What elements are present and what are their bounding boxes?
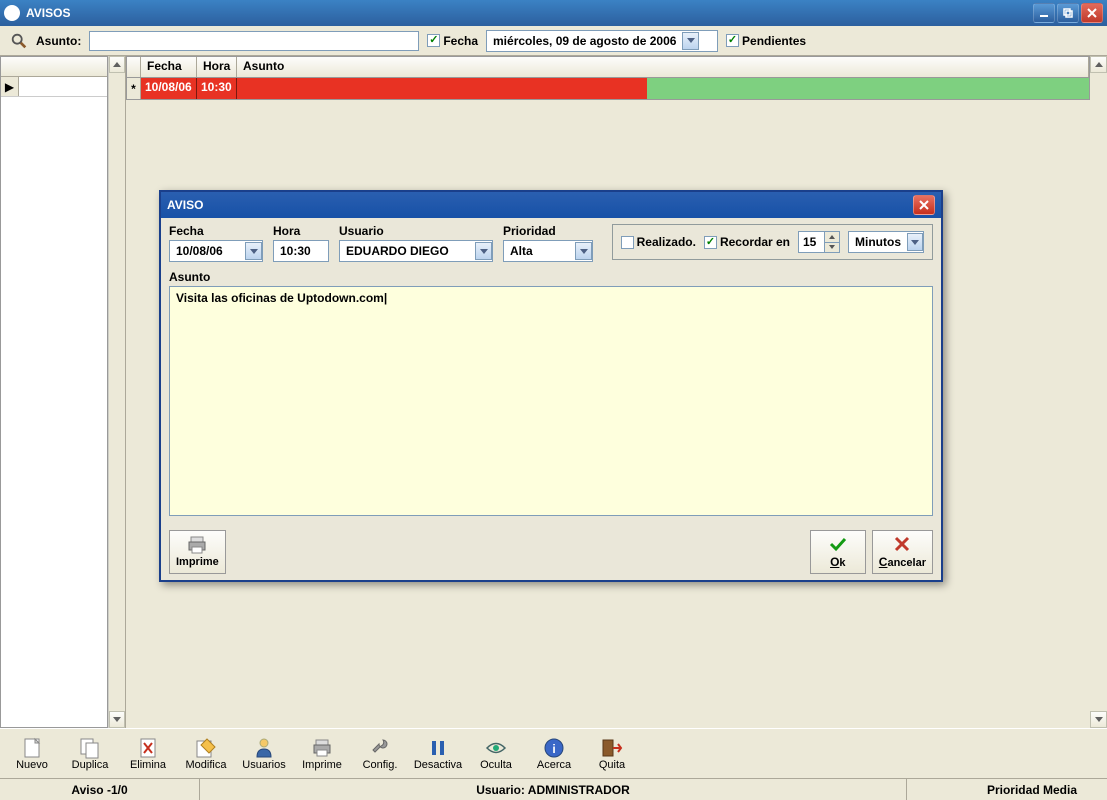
asunto-filter-input[interactable] bbox=[89, 31, 419, 51]
col-hora[interactable]: Hora bbox=[197, 57, 237, 77]
printer-icon bbox=[312, 737, 332, 759]
side-scrollbar[interactable] bbox=[108, 56, 125, 728]
pendientes-label: Pendientes bbox=[742, 34, 806, 48]
fecha-field[interactable]: 10/08/06 bbox=[169, 240, 263, 262]
window-titlebar: ◐ AVISOS bbox=[0, 0, 1107, 26]
quita-button[interactable]: Quita bbox=[584, 731, 640, 776]
printer-icon bbox=[187, 536, 207, 554]
pause-icon bbox=[429, 737, 447, 759]
hora-field[interactable]: 10:30 bbox=[273, 240, 329, 262]
chevron-down-icon[interactable] bbox=[575, 242, 592, 260]
scroll-up-button[interactable] bbox=[109, 56, 125, 73]
restore-button[interactable] bbox=[1057, 3, 1079, 23]
info-icon: i bbox=[544, 737, 564, 759]
grid-header: Fecha Hora Asunto bbox=[126, 56, 1090, 78]
fecha-chk-label: Fecha bbox=[443, 34, 478, 48]
spin-up-icon[interactable] bbox=[824, 232, 839, 243]
prioridad-field[interactable]: Alta bbox=[503, 240, 593, 262]
spin-down-icon[interactable] bbox=[824, 243, 839, 253]
fecha-dropdown[interactable]: miércoles, 09 de agosto de 2006 bbox=[486, 30, 718, 52]
cancelar-button[interactable]: Cancelar bbox=[872, 530, 933, 574]
dialog-close-button[interactable] bbox=[913, 195, 935, 215]
pendientes-checkbox-wrap[interactable]: Pendientes bbox=[726, 34, 806, 48]
prioridad-label: Prioridad bbox=[503, 224, 593, 238]
duplicate-icon bbox=[79, 737, 101, 759]
fecha-checkbox[interactable] bbox=[427, 34, 440, 47]
scroll-down-button[interactable] bbox=[1090, 711, 1107, 728]
elimina-button[interactable]: Elimina bbox=[120, 731, 176, 776]
cancel-icon bbox=[893, 535, 911, 553]
fecha-checkbox-wrap[interactable]: Fecha bbox=[427, 34, 478, 48]
filter-bar: Asunto: Fecha miércoles, 09 de agosto de… bbox=[0, 26, 1107, 56]
asunto-textarea[interactable]: Visita las oficinas de Uptodown.com| bbox=[169, 286, 933, 516]
pendientes-checkbox[interactable] bbox=[726, 34, 739, 47]
options-group: Realizado. Recordar en 15 Minutos bbox=[612, 224, 933, 260]
scroll-down-button[interactable] bbox=[109, 711, 125, 728]
check-icon bbox=[828, 535, 848, 553]
dialog-titlebar[interactable]: AVISO bbox=[161, 192, 941, 218]
fecha-value: miércoles, 09 de agosto de 2006 bbox=[493, 34, 676, 48]
realizado-checkbox-wrap[interactable]: Realizado. bbox=[621, 235, 696, 249]
chevron-down-icon[interactable] bbox=[475, 242, 492, 260]
modifica-button[interactable]: Modifica bbox=[178, 731, 234, 776]
row-marker: * bbox=[127, 78, 141, 99]
status-right: Prioridad Media bbox=[907, 779, 1107, 800]
current-row-indicator: ▶ bbox=[1, 77, 19, 96]
duplica-button[interactable]: Duplica bbox=[62, 731, 118, 776]
main-toolbar: Nuevo Duplica Elimina Modifica Usuarios … bbox=[0, 728, 1107, 778]
imprime-button[interactable]: Imprime bbox=[169, 530, 226, 574]
side-panel: ▶ bbox=[0, 56, 126, 728]
col-fecha[interactable]: Fecha bbox=[141, 57, 197, 77]
side-grid[interactable]: ▶ bbox=[0, 56, 108, 728]
asunto-label: Asunto bbox=[169, 270, 210, 284]
edit-icon bbox=[195, 737, 217, 759]
svg-text:i: i bbox=[552, 742, 555, 756]
cell-asunto-green bbox=[647, 78, 1089, 99]
acerca-button[interactable]: iAcerca bbox=[526, 731, 582, 776]
delete-icon bbox=[138, 737, 158, 759]
main-scrollbar[interactable] bbox=[1090, 56, 1107, 728]
hide-icon bbox=[485, 737, 507, 759]
oculta-button[interactable]: Oculta bbox=[468, 731, 524, 776]
asunto-filter-label: Asunto: bbox=[36, 34, 81, 48]
usuarios-button[interactable]: Usuarios bbox=[236, 731, 292, 776]
status-bar: Aviso -1/0 Usuario: ADMINISTRADOR Priori… bbox=[0, 778, 1107, 800]
usuario-label: Usuario bbox=[339, 224, 493, 238]
chevron-down-icon[interactable] bbox=[682, 32, 699, 50]
app-icon: ◐ bbox=[4, 5, 20, 21]
exit-icon bbox=[601, 737, 623, 759]
fecha-label: Fecha bbox=[169, 224, 263, 238]
recordar-spinner[interactable]: 15 bbox=[798, 231, 840, 253]
aviso-dialog: AVISO Fecha 10/08/06 Hora 10:30 Usuario … bbox=[159, 190, 943, 582]
recordar-checkbox-wrap[interactable]: Recordar en bbox=[704, 235, 790, 249]
cell-fecha: 10/08/06 bbox=[141, 78, 197, 99]
new-icon bbox=[22, 737, 42, 759]
chevron-down-icon[interactable] bbox=[907, 233, 923, 251]
nuevo-button[interactable]: Nuevo bbox=[4, 731, 60, 776]
imprime-tool-button[interactable]: Imprime bbox=[294, 731, 350, 776]
realizado-checkbox[interactable] bbox=[621, 236, 634, 249]
search-icon bbox=[10, 32, 28, 50]
close-button[interactable] bbox=[1081, 3, 1103, 23]
status-left: Aviso -1/0 bbox=[0, 779, 200, 800]
wrench-icon bbox=[369, 737, 391, 759]
dialog-title: AVISO bbox=[167, 198, 203, 212]
users-icon bbox=[254, 737, 274, 759]
cell-hora: 10:30 bbox=[197, 78, 237, 99]
window-title: AVISOS bbox=[26, 6, 70, 20]
minimize-button[interactable] bbox=[1033, 3, 1055, 23]
usuario-field[interactable]: EDUARDO DIEGO bbox=[339, 240, 493, 262]
cell-asunto-red bbox=[237, 78, 647, 99]
unidad-field[interactable]: Minutos bbox=[848, 231, 924, 253]
hora-label: Hora bbox=[273, 224, 329, 238]
chevron-down-icon[interactable] bbox=[245, 242, 262, 260]
config-button[interactable]: Config. bbox=[352, 731, 408, 776]
scroll-up-button[interactable] bbox=[1090, 56, 1107, 73]
desactiva-button[interactable]: Desactiva bbox=[410, 731, 466, 776]
grid-row[interactable]: * 10/08/06 10:30 bbox=[126, 78, 1090, 100]
col-asunto[interactable]: Asunto bbox=[237, 57, 1089, 77]
status-center: Usuario: ADMINISTRADOR bbox=[200, 779, 907, 800]
recordar-checkbox[interactable] bbox=[704, 236, 717, 249]
ok-button[interactable]: Ok bbox=[810, 530, 866, 574]
